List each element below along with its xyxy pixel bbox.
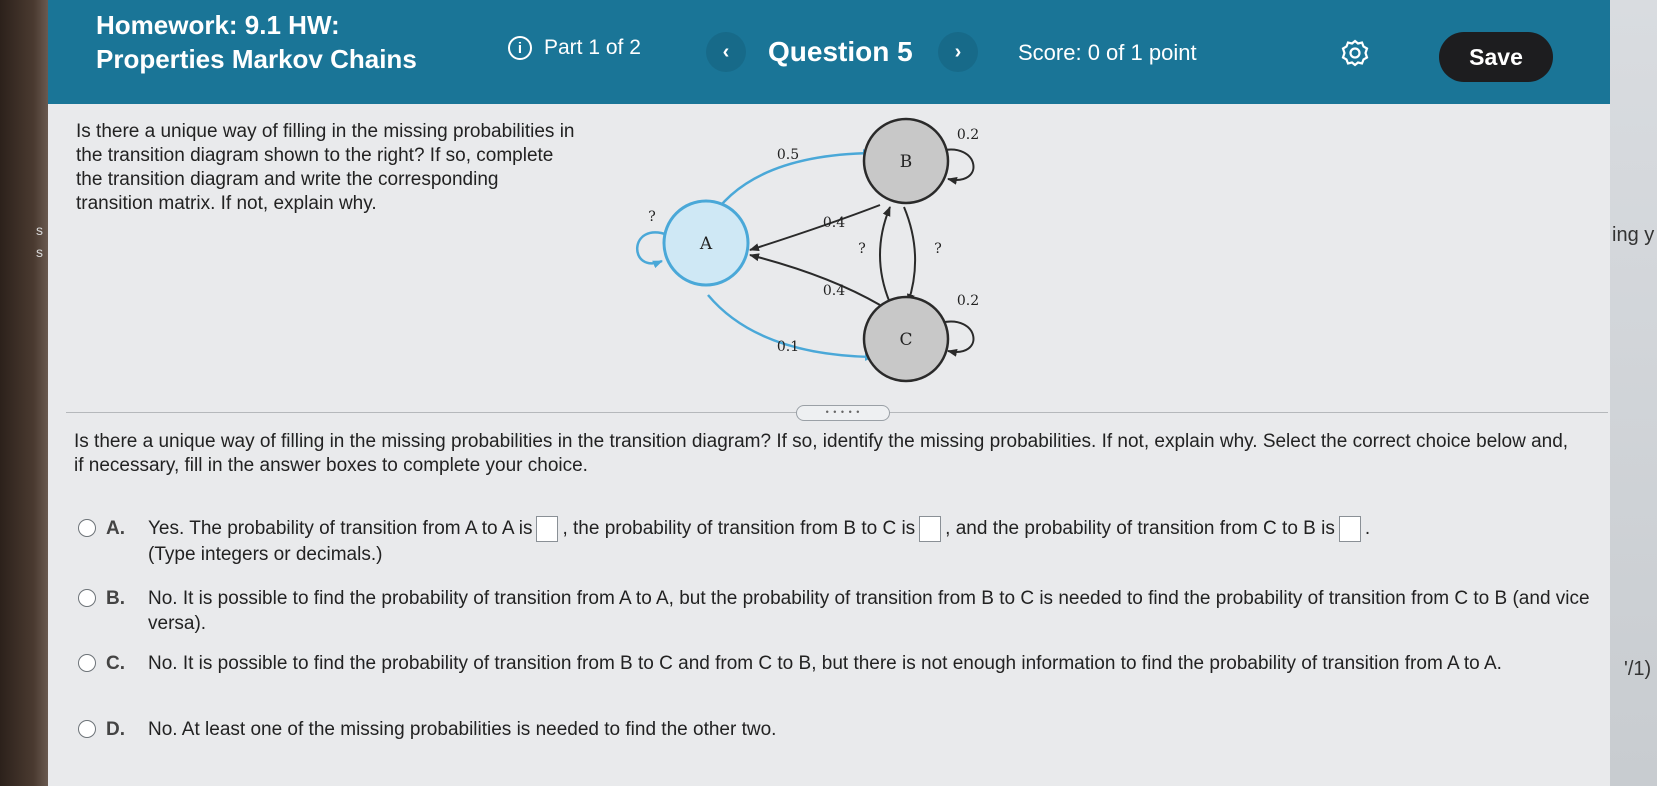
choice-b[interactable]: B. No. It is possible to find the probab…	[78, 586, 1598, 636]
label-a-to-c: 0.1	[777, 339, 799, 355]
choice-c-text: No. It is possible to find the probabili…	[148, 653, 1502, 674]
choice-a[interactable]: A. Yes. The probability of transition fr…	[78, 516, 1598, 567]
label-a-loop: ?	[648, 209, 656, 225]
choice-d-text: No. At least one of the missing probabil…	[148, 719, 777, 740]
label-c-to-b: ?	[858, 241, 866, 257]
pane-resize-handle[interactable]: • • • • •	[796, 405, 890, 421]
node-a-label: A	[699, 234, 713, 254]
homework-app: Homework: 9.1 HW: Properties Markov Chai…	[48, 0, 1610, 786]
choice-d[interactable]: D. No. At least one of the missing proba…	[78, 717, 1598, 742]
edge-c-to-b	[879, 206, 891, 304]
answer-box-c-to-b[interactable]	[1338, 516, 1361, 542]
node-b-label: B	[900, 152, 913, 172]
choice-c-letter: C.	[106, 653, 125, 674]
homework-title-line1: Homework: 9.1 HW:	[96, 10, 340, 40]
right-fragment: ing y	[1612, 224, 1655, 246]
answer-box-b-to-c[interactable]	[919, 516, 942, 542]
choice-d-letter: D.	[106, 719, 125, 740]
choice-a-letter: A.	[106, 518, 125, 539]
question-prompt: Is there a unique way of filling in the …	[76, 121, 575, 214]
choice-a-text-1: Yes. The probability of transition from …	[148, 518, 533, 540]
choice-a-text-4: .	[1364, 518, 1371, 540]
choice-c-radio[interactable]	[78, 654, 96, 672]
right-fragment: '/1)	[1624, 658, 1652, 680]
label-c-to-a: 0.4	[823, 283, 845, 299]
left-fragment: s	[36, 222, 43, 238]
choice-b-radio[interactable]	[78, 589, 96, 607]
edge-c-to-a	[749, 253, 881, 306]
score-label: Score: 0 of 1 point	[1018, 40, 1197, 65]
choice-b-text: No. It is possible to find the probabili…	[148, 588, 1590, 634]
gear-icon[interactable]	[1340, 38, 1370, 68]
label-c-loop: 0.2	[957, 293, 979, 309]
node-c-label: C	[899, 330, 912, 350]
homework-title-line2: Properties Markov Chains	[96, 44, 417, 74]
transition-diagram: A B C 0.5 0.4 0.4 0.1 ? 0.2 0.2 ? ?	[636, 117, 979, 383]
part-label: Part 1 of 2	[544, 36, 641, 59]
background-left-edge: s s	[0, 0, 48, 786]
choice-a-text: Yes. The probability of transition from …	[148, 516, 1598, 567]
answer-box-a-to-a[interactable]	[536, 516, 559, 542]
left-fragment: s	[36, 244, 43, 260]
label-b-to-c: ?	[934, 241, 942, 257]
chevron-right-icon: ›	[954, 40, 962, 63]
choice-a-text-3: , and the probability of transition from…	[945, 518, 1335, 540]
label-b-loop: 0.2	[957, 127, 979, 143]
chevron-left-icon: ‹	[722, 40, 730, 63]
part-indicator[interactable]: i Part 1 of 2	[508, 36, 641, 60]
background-right-window: ing y '/1)	[1610, 0, 1657, 786]
choice-b-letter: B.	[106, 588, 125, 609]
label-b-to-a: 0.4	[823, 215, 845, 231]
info-icon[interactable]: i	[508, 36, 532, 60]
choice-d-radio[interactable]	[78, 720, 96, 738]
choice-a-text-2: , the probability of transition from B t…	[562, 518, 916, 540]
choice-a-radio[interactable]	[78, 519, 96, 537]
next-question-button[interactable]: ›	[938, 32, 978, 72]
save-button[interactable]: Save	[1439, 32, 1553, 82]
answer-instructions: Is there a unique way of filling in the …	[74, 431, 1569, 476]
edge-b-to-c	[903, 206, 917, 304]
label-a-to-b: 0.5	[777, 147, 799, 163]
choice-c[interactable]: C. No. It is possible to find the probab…	[78, 651, 1598, 676]
question-label: Question 5	[768, 36, 913, 67]
header-bar: Homework: 9.1 HW: Properties Markov Chai…	[48, 0, 1610, 104]
previous-question-button[interactable]: ‹	[706, 32, 746, 72]
choice-a-note: (Type integers or decimals.)	[148, 544, 383, 565]
homework-title: Homework: 9.1 HW: Properties Markov Chai…	[96, 8, 417, 76]
